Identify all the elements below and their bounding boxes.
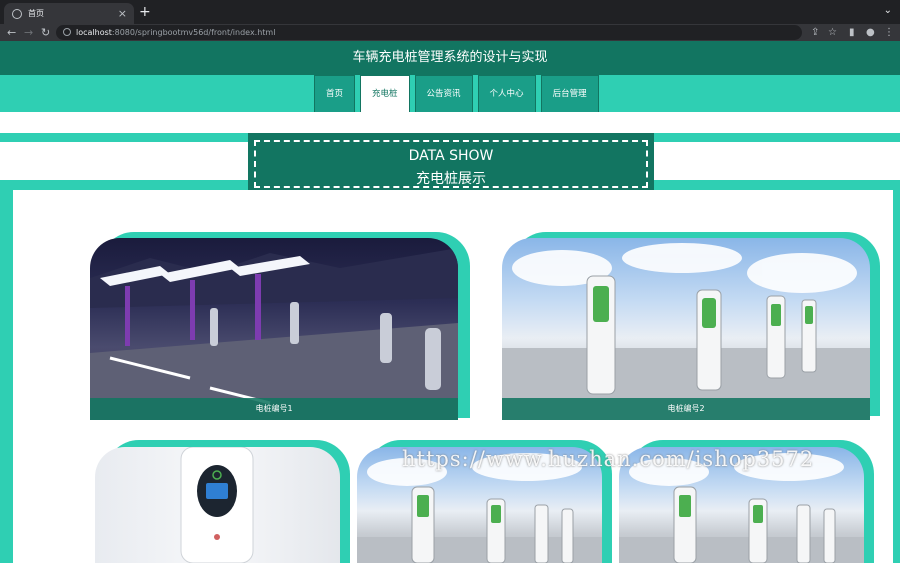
spacer: [0, 112, 900, 133]
nav-item-announcements[interactable]: 公告资讯: [414, 75, 473, 112]
charging-pile-image: [95, 447, 340, 563]
site-title: 车辆充电桩管理系统的设计与实现: [352, 50, 548, 65]
charging-pile-image: 电桩编号2: [502, 238, 870, 420]
main-nav: 首页 充电桩 公告资讯 个人中心 后台管理: [0, 75, 900, 112]
nav-item-admin[interactable]: 后台管理: [540, 75, 599, 112]
charging-pile-card[interactable]: [95, 440, 350, 563]
url-path: :8080/springbootmv56d/front/index.html: [111, 28, 276, 37]
reload-icon[interactable]: ↻: [41, 25, 50, 40]
browser-toolbar: ← → ↻ localhost:8080/springbootmv56d/fro…: [0, 24, 900, 41]
new-tab-plus-icon[interactable]: +: [139, 3, 151, 21]
card-caption: 电桩编号2: [502, 398, 870, 420]
nav-item-home[interactable]: 首页: [314, 75, 356, 112]
charging-pile-card[interactable]: 电桩编号1: [90, 232, 470, 420]
forward-arrow-icon[interactable]: →: [24, 25, 33, 40]
section-title-cn: 充电桩展示: [416, 171, 486, 187]
site-header: 车辆充电桩管理系统的设计与实现: [0, 41, 900, 75]
tab-title: 首页: [28, 9, 44, 18]
section-heading: DATA SHOW 充电桩展示: [248, 133, 654, 195]
nav-item-charging-pile[interactable]: 充电桩: [360, 75, 410, 112]
close-icon[interactable]: ×: [118, 7, 127, 20]
sidebar-icon[interactable]: ▮: [849, 25, 855, 40]
profile-icon[interactable]: ●: [866, 25, 875, 40]
browser-tabstrip: 首页 × + ⌄: [0, 0, 900, 24]
card-caption: 电桩编号1: [90, 398, 458, 420]
menu-kebab-icon[interactable]: ⋮: [884, 25, 894, 40]
browser-tab[interactable]: 首页 ×: [4, 3, 134, 24]
info-icon[interactable]: [63, 28, 71, 36]
back-arrow-icon[interactable]: ←: [7, 25, 16, 40]
section-title-en: DATA SHOW: [408, 148, 494, 164]
charging-pile-image: 电桩编号1: [90, 238, 458, 420]
charging-pile-card[interactable]: 电桩编号2: [502, 232, 880, 420]
watermark-text: https://www.huzhan.com/ishop3572: [402, 447, 815, 471]
share-icon[interactable]: ⇪: [811, 25, 819, 40]
globe-icon: [12, 8, 22, 19]
address-bar[interactable]: localhost:8080/springbootmv56d/front/ind…: [56, 25, 802, 40]
nav-item-personal-center[interactable]: 个人中心: [477, 75, 536, 112]
chevron-down-icon[interactable]: ⌄: [884, 5, 892, 16]
url-host: localhost: [76, 28, 112, 37]
star-icon[interactable]: ☆: [828, 25, 837, 40]
